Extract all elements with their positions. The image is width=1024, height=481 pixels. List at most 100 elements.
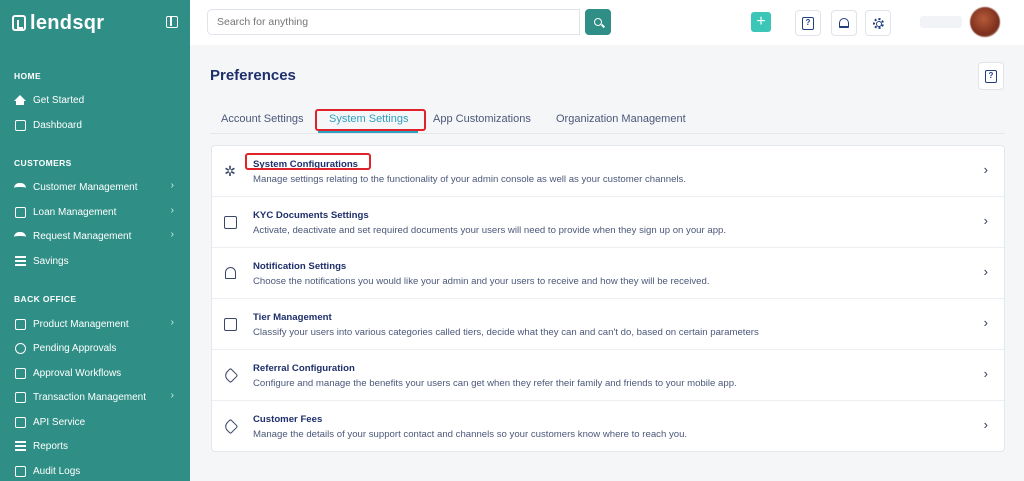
settings-row-referral-configuration[interactable]: Referral Configuration Configure and man…	[212, 350, 1004, 401]
tab-organization-management[interactable]: Organization Management	[556, 113, 686, 125]
document-scan-icon	[223, 215, 237, 229]
help-book-icon: ?	[985, 69, 997, 83]
brand-name: lendsqr	[30, 11, 105, 34]
tab-app-customizations[interactable]: App Customizations	[433, 113, 531, 125]
sidebar-item-label: Get Started	[33, 94, 85, 106]
sidebar-item-label: Customer Management	[33, 181, 138, 193]
search-input[interactable]	[207, 9, 580, 35]
section-label-home: HOME	[14, 71, 42, 81]
sidebar-item-request-management[interactable]: Request Management ›	[14, 227, 184, 245]
savings-icon	[14, 255, 26, 267]
tab-account-settings[interactable]: Account Settings	[221, 113, 304, 125]
chevron-right-icon: ›	[983, 417, 988, 432]
settings-row-kyc-documents[interactable]: KYC Documents Settings Activate, deactiv…	[212, 197, 1004, 248]
sidebar-item-label: Audit Logs	[33, 465, 81, 477]
highlight-box-tab	[315, 109, 426, 131]
sidebar-item-api-service[interactable]: API Service	[14, 413, 184, 431]
settings-row-title: KYC Documents Settings	[253, 210, 369, 221]
sidebar-item-label: Savings	[33, 255, 69, 267]
section-label-customers: CUSTOMERS	[14, 158, 72, 168]
help-button[interactable]: ?	[795, 10, 821, 36]
sidebar-item-label: Approval Workflows	[33, 367, 122, 379]
tag-icon	[222, 418, 238, 434]
request-icon	[14, 230, 26, 242]
sidebar-item-get-started[interactable]: Get Started	[14, 91, 184, 109]
sidebar-item-label: Loan Management	[33, 206, 117, 218]
loan-icon	[14, 206, 26, 218]
reports-icon	[14, 440, 26, 452]
chevron-right-icon: ›	[170, 317, 174, 328]
sidebar-item-reports[interactable]: Reports	[14, 437, 184, 455]
sidebar-item-label: Dashboard	[33, 119, 82, 131]
network-icon: ✲	[224, 163, 236, 179]
bell-icon	[223, 266, 237, 280]
home-icon	[14, 94, 26, 106]
settings-row-description: Manage the details of your support conta…	[253, 429, 688, 440]
sidebar-item-label: Transaction Management	[33, 391, 147, 403]
brand-logo[interactable]: lendsqr	[12, 12, 104, 34]
sidebar-item-label: Product Management	[33, 318, 129, 330]
sidebar-item-approval-workflows[interactable]: Approval Workflows	[14, 364, 184, 382]
chevron-right-icon: ›	[983, 315, 988, 330]
chevron-right-icon: ›	[170, 180, 174, 191]
sidebar-item-dashboard[interactable]: Dashboard	[14, 116, 184, 134]
bell-icon	[839, 18, 849, 28]
transaction-icon	[14, 391, 26, 403]
sidebar-item-audit-logs[interactable]: Audit Logs	[14, 462, 184, 480]
settings-row-title: Tier Management	[253, 312, 332, 323]
sidebar-item-label: API Service	[33, 416, 86, 428]
sidebar-item-pending-approvals[interactable]: Pending Approvals	[14, 339, 184, 357]
product-icon	[14, 318, 26, 330]
page-help-button[interactable]: ?	[978, 62, 1004, 90]
add-button[interactable]: +	[751, 12, 771, 32]
settings-row-title: Referral Configuration	[253, 363, 355, 374]
settings-row-notification-settings[interactable]: Notification Settings Choose the notific…	[212, 248, 1004, 299]
sidebar-item-savings[interactable]: Savings	[14, 252, 184, 270]
chevron-right-icon: ›	[170, 229, 174, 240]
highlight-box-system-configurations	[245, 153, 371, 170]
sidebar-item-product-management[interactable]: Product Management ›	[14, 315, 184, 333]
avatar[interactable]	[970, 7, 1000, 37]
section-label-back-office: BACK OFFICE	[14, 294, 77, 304]
search-button[interactable]	[585, 9, 611, 35]
dashboard-icon	[14, 119, 26, 131]
page-title: Preferences	[210, 67, 296, 84]
search-icon	[594, 18, 602, 26]
sidebar-item-transaction-management[interactable]: Transaction Management ›	[14, 388, 184, 406]
sidebar-item-customer-management[interactable]: Customer Management ›	[14, 178, 184, 196]
chevron-right-icon: ›	[983, 366, 988, 381]
chevron-right-icon: ›	[983, 213, 988, 228]
settings-row-title: Notification Settings	[253, 261, 347, 272]
settings-list: ✲ System Configurations Manage settings …	[211, 145, 1005, 452]
settings-row-description: Choose the notifications you would like …	[253, 276, 710, 287]
chevron-right-icon: ›	[983, 264, 988, 279]
sidebar-item-loan-management[interactable]: Loan Management ›	[14, 203, 184, 221]
collapse-sidebar-icon[interactable]	[166, 16, 178, 28]
settings-row-tier-management[interactable]: Tier Management Classify your users into…	[212, 299, 1004, 350]
user-name-blurred[interactable]	[920, 16, 962, 28]
users-icon	[14, 181, 26, 193]
api-icon	[14, 416, 26, 428]
sidebar-item-label: Pending Approvals	[33, 342, 117, 354]
clock-icon	[14, 342, 26, 354]
chevron-right-icon: ›	[983, 162, 988, 177]
sidebar-item-label: Request Management	[33, 230, 132, 242]
top-bar: + ?	[190, 0, 1024, 45]
active-tab-indicator	[318, 131, 418, 133]
referral-tag-icon	[222, 367, 238, 383]
chevron-right-icon: ›	[170, 205, 174, 216]
chevron-right-icon: ›	[170, 390, 174, 401]
settings-row-customer-fees[interactable]: Customer Fees Manage the details of your…	[212, 401, 1004, 452]
lendsqr-logo-icon	[12, 15, 26, 31]
workflow-icon	[14, 367, 26, 379]
id-card-icon	[223, 317, 237, 331]
audit-icon	[14, 465, 26, 477]
notifications-button[interactable]	[831, 10, 857, 36]
settings-row-title: Customer Fees	[253, 414, 323, 425]
help-book-icon: ?	[802, 16, 814, 30]
sidebar-item-label: Reports	[33, 440, 69, 452]
settings-button[interactable]	[865, 10, 891, 36]
gear-icon	[872, 17, 884, 29]
settings-row-description: Activate, deactivate and set required do…	[253, 225, 727, 236]
settings-row-description: Classify your users into various categor…	[253, 327, 759, 338]
